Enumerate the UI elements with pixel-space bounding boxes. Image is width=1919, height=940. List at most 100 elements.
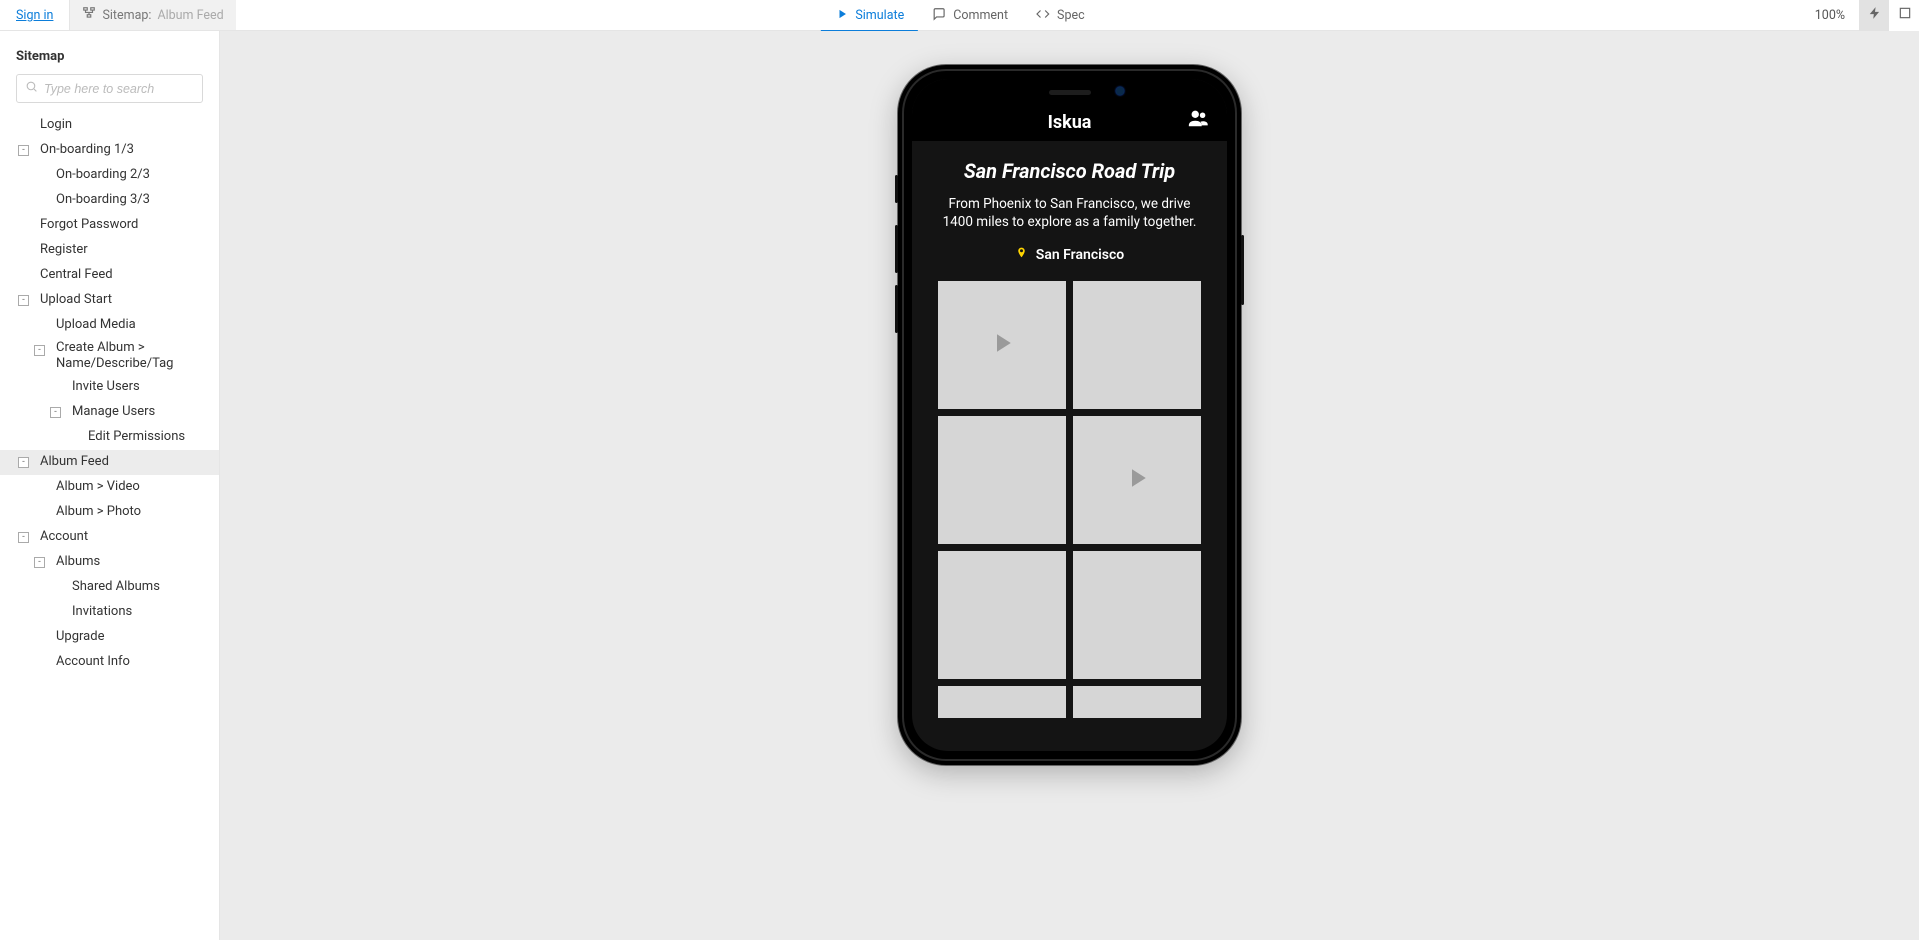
tree-item[interactable]: Upgrade — [0, 625, 219, 650]
topbar: Sign in Sitemap: Album Feed Simulate Com… — [0, 0, 1919, 31]
sitemap-chip-page: Album Feed — [157, 8, 223, 23]
tree-item[interactable]: Invite Users — [0, 375, 219, 400]
comment-icon — [932, 7, 946, 25]
search-icon — [25, 80, 38, 97]
tree-item[interactable]: Login — [0, 113, 219, 138]
tree-item[interactable]: Album > Photo — [0, 500, 219, 525]
tree-expander[interactable]: - — [18, 532, 29, 543]
play-icon — [834, 7, 848, 25]
album-location[interactable]: San Francisco — [934, 245, 1205, 265]
tree-expander[interactable]: - — [34, 345, 45, 356]
tree-item-label: Manage Users — [72, 404, 155, 420]
tree-item-label: Albums — [56, 554, 100, 570]
phone-side-button — [895, 175, 898, 203]
tree-item[interactable]: Manage Users — [0, 400, 219, 425]
tree-item-label: Register — [40, 242, 88, 258]
tab-comment[interactable]: Comment — [918, 0, 1022, 31]
tree-item-label: Central Feed — [40, 267, 113, 283]
tab-simulate[interactable]: Simulate — [820, 0, 918, 31]
expand-icon — [1898, 6, 1912, 24]
tree-expander[interactable]: - — [50, 407, 61, 418]
people-button[interactable] — [1187, 107, 1209, 133]
tree-item[interactable]: Upload Start — [0, 288, 219, 313]
tree-item[interactable]: Upload Media — [0, 313, 219, 338]
tree-item[interactable]: Create Album > Name/Describe/Tag — [0, 338, 219, 375]
tree-item-label: Album Feed — [40, 454, 109, 470]
tree-item-label: Invite Users — [72, 379, 140, 395]
tab-comment-label: Comment — [953, 8, 1008, 23]
phone-screen: Iskua San Francisco Road Trip From Phoen… — [912, 79, 1227, 751]
sidebar-title: Sitemap — [0, 43, 219, 74]
tree-item[interactable]: Forgot Password — [0, 213, 219, 238]
tree-item-label: Account Info — [56, 654, 130, 670]
phone-side-button — [1241, 235, 1244, 305]
tree-item[interactable]: Invitations — [0, 600, 219, 625]
lightning-button[interactable] — [1859, 0, 1889, 31]
search-input[interactable] — [44, 82, 207, 96]
tree-item-label: Album > Video — [56, 479, 140, 495]
phone-frame: Iskua San Francisco Road Trip From Phoen… — [898, 65, 1241, 765]
tree-item[interactable]: Album Feed — [0, 450, 219, 475]
media-cell-photo[interactable] — [938, 686, 1066, 718]
phone-side-button — [895, 225, 898, 273]
tree-item-label: Create Album > Name/Describe/Tag — [56, 340, 211, 373]
tree-item[interactable]: On-boarding 1/3 — [0, 138, 219, 163]
tree-item-label: Forgot Password — [40, 217, 138, 233]
phone-notch — [990, 79, 1150, 105]
tree-item[interactable]: Account — [0, 525, 219, 550]
tree-item[interactable]: Register — [0, 238, 219, 263]
tree-item[interactable]: On-boarding 2/3 — [0, 163, 219, 188]
sidebar: Sitemap Login-On-boarding 1/3On-boarding… — [0, 31, 220, 940]
tree-item-label: Edit Permissions — [88, 429, 185, 445]
tree-expander[interactable]: - — [18, 145, 29, 156]
tree-item-label: On-boarding 2/3 — [56, 167, 150, 183]
media-cell-video[interactable] — [938, 281, 1066, 409]
sitemap-chip-prefix: Sitemap: — [102, 8, 151, 23]
main: Sitemap Login-On-boarding 1/3On-boarding… — [0, 31, 1919, 940]
tree-item-label: On-boarding 3/3 — [56, 192, 150, 208]
tree-item[interactable]: Shared Albums — [0, 575, 219, 600]
media-cell-photo[interactable] — [938, 416, 1066, 544]
expand-button[interactable] — [1889, 0, 1919, 31]
phone-side-button — [895, 285, 898, 333]
tree-expander[interactable]: - — [34, 557, 45, 568]
tab-spec[interactable]: Spec — [1022, 0, 1099, 31]
tree-item[interactable]: Edit Permissions — [0, 425, 219, 450]
media-cell-video[interactable] — [1073, 416, 1201, 544]
signin-link[interactable]: Sign in — [0, 0, 69, 30]
sitemap-chip[interactable]: Sitemap: Album Feed — [70, 0, 235, 30]
topbar-right: 100% — [1801, 0, 1919, 30]
tree-item-label: Upload Media — [56, 317, 136, 333]
tree-item[interactable]: Album > Video — [0, 475, 219, 500]
sitemap-tree: Login-On-boarding 1/3On-boarding 2/3On-b… — [0, 113, 219, 675]
tree-item-label: Shared Albums — [72, 579, 160, 595]
play-icon — [987, 328, 1017, 362]
tree-item[interactable]: On-boarding 3/3 — [0, 188, 219, 213]
tree-item[interactable]: Albums — [0, 550, 219, 575]
tree-item[interactable]: Central Feed — [0, 263, 219, 288]
search-box[interactable] — [16, 74, 203, 103]
album-content: San Francisco Road Trip From Phoenix to … — [912, 141, 1227, 718]
tree-item-label: Account — [40, 529, 88, 545]
media-cell-photo[interactable] — [1073, 281, 1201, 409]
location-pin-icon — [1015, 245, 1028, 265]
people-icon — [1187, 118, 1209, 133]
media-cell-photo[interactable] — [938, 551, 1066, 679]
media-cell-photo[interactable] — [1073, 686, 1201, 718]
play-icon — [1122, 463, 1152, 497]
media-grid — [934, 281, 1205, 718]
tree-item-label: Upgrade — [56, 629, 104, 645]
code-icon — [1036, 7, 1050, 25]
media-cell-photo[interactable] — [1073, 551, 1201, 679]
tree-item[interactable]: Account Info — [0, 650, 219, 675]
canvas[interactable]: Iskua San Francisco Road Trip From Phoen… — [220, 31, 1919, 940]
tree-expander[interactable]: - — [18, 457, 29, 468]
tree-expander[interactable]: - — [18, 295, 29, 306]
tab-simulate-label: Simulate — [855, 8, 904, 23]
tree-item-label: Invitations — [72, 604, 132, 620]
tree-item-label: On-boarding 1/3 — [40, 142, 134, 158]
app-brand: Iskua — [1048, 112, 1092, 133]
album-title: San Francisco Road Trip — [934, 159, 1205, 183]
tree-item-label: Upload Start — [40, 292, 112, 308]
zoom-level[interactable]: 100% — [1801, 8, 1859, 23]
